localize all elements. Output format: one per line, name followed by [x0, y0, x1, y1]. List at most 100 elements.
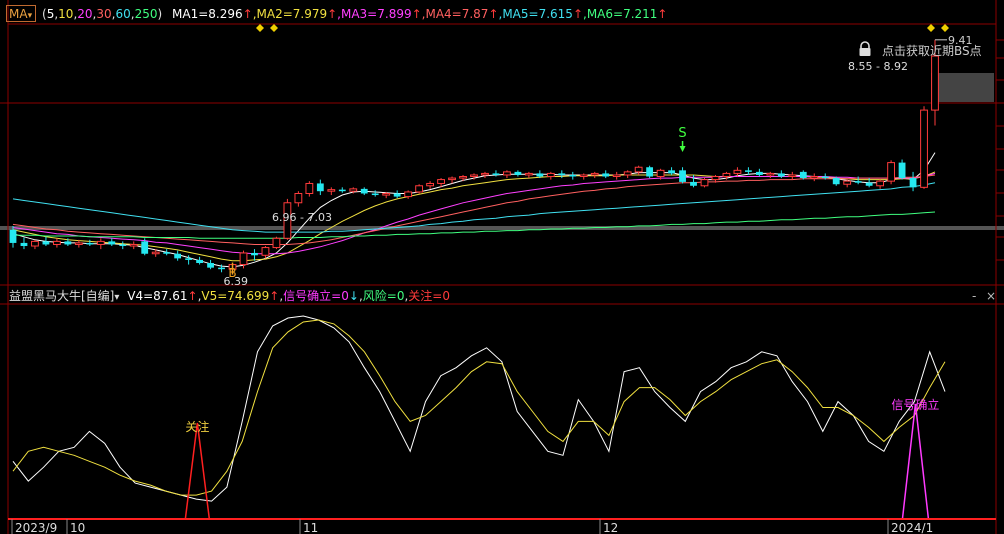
chevron-down-icon[interactable]: ▾ [114, 292, 119, 303]
candle-body [437, 179, 445, 184]
candle-body [536, 173, 544, 177]
x-axis-label: 2023/9 [15, 521, 57, 534]
down-arrow-icon: ↓ [348, 289, 359, 303]
candle-body [733, 169, 742, 174]
chart-canvas[interactable]: 9.418.55 - 8.926.96 - 7.036.39BS关注信号确立20… [0, 0, 1004, 534]
candle-body [602, 173, 610, 177]
candle-body [634, 166, 643, 173]
candle-body [931, 55, 939, 111]
candle-body [612, 174, 621, 178]
ma-value-1: MA1=8.296 [172, 7, 243, 21]
ma-value-5: ,MA5=7.615 [498, 7, 573, 21]
ma-line-ma3 [12, 172, 936, 255]
candle-body [668, 170, 675, 174]
params-close: ) [157, 7, 163, 21]
candle-body [569, 174, 577, 177]
candle-body [909, 178, 917, 188]
diamond-marker [927, 24, 935, 32]
candle-body [74, 242, 83, 245]
candle-body [887, 162, 895, 182]
signal-value: 信号确立=0 [283, 289, 349, 303]
series-line-v4 [12, 315, 946, 502]
ma-line-ma2 [12, 171, 936, 262]
candle-body [876, 180, 885, 187]
candle-body [9, 229, 17, 243]
candle-body [920, 109, 928, 188]
candle-body [777, 173, 785, 177]
ma-values: MA1=8.296↑,MA2=7.979↑,MA3=7.899↑,MA4=7.8… [166, 7, 667, 21]
candle-body [810, 176, 819, 179]
ma-param: 5 [46, 7, 55, 21]
focus-value: 关注=0 [408, 289, 450, 303]
candle-body [86, 242, 94, 245]
candle-body [459, 176, 467, 179]
candle-body [448, 177, 456, 181]
lock-icon[interactable] [858, 41, 872, 60]
candle-body [832, 178, 840, 185]
x-axis-label: 12 [603, 521, 618, 534]
x-axis-label: 11 [303, 521, 318, 534]
candle-body [371, 193, 379, 196]
candle-body [31, 240, 39, 247]
candle-body [272, 237, 281, 249]
candle-body [766, 172, 775, 176]
ma-value-4: ,MA4=7.87 [421, 7, 489, 21]
close-button[interactable]: × [986, 289, 996, 303]
candle-body [185, 258, 193, 260]
ma-param: 20 [77, 7, 93, 21]
candle-body [316, 183, 324, 192]
up-arrow-icon: ↑ [572, 7, 583, 21]
up-arrow-icon: ↑ [488, 7, 499, 21]
candle-body [415, 185, 424, 193]
candle-body [481, 172, 489, 176]
diamond-marker [256, 24, 264, 32]
candle-body [821, 176, 829, 179]
candle-body [623, 171, 632, 176]
candle-body [218, 267, 225, 270]
ma-indicator-button[interactable]: MA▾ [6, 5, 36, 22]
diamond-marker [270, 24, 278, 32]
indicator-name[interactable]: 益盟黑马大牛[自编] [9, 289, 114, 303]
up-arrow-icon: ↑ [411, 7, 422, 21]
candle-body [151, 251, 160, 255]
ma-legend: (5,10,20,30,60,250) MA1=8.296↑,MA2=7.979… [42, 7, 668, 21]
candle-body [799, 171, 807, 179]
candle-body [163, 252, 171, 254]
minimize-button[interactable]: - [972, 289, 976, 303]
diamond-marker [941, 24, 949, 32]
candle-body [305, 182, 314, 195]
candle-body [470, 174, 478, 178]
candle-body [722, 172, 731, 178]
signal-marker-label: 信号确立 [891, 397, 939, 412]
x-axis-label: 10 [70, 521, 85, 534]
candle-body [119, 244, 127, 247]
candle-body [426, 182, 434, 187]
candle-body [251, 252, 258, 256]
candle-body [865, 182, 873, 186]
candle-body [656, 169, 665, 178]
candle-body [854, 181, 862, 183]
candle-body [294, 193, 303, 204]
candle-body [349, 188, 358, 192]
v5-value: V5=74.699 [201, 289, 270, 303]
recent-range-label: 8.55 - 8.92 [848, 60, 908, 73]
series-line-v5 [12, 319, 946, 496]
bs-points-link[interactable]: 点击获取近期BS点 [882, 42, 982, 59]
candle-body [64, 241, 72, 245]
risk-value: 风险=0 [362, 289, 405, 303]
v4-value: V4=87.61 [127, 289, 188, 303]
candle-body [590, 172, 599, 176]
candle-body [711, 176, 720, 181]
stock-chart-window: 9.418.55 - 8.926.96 - 7.036.39BS关注信号确立20… [0, 0, 1004, 534]
candle-body [514, 171, 522, 175]
candle-body [239, 252, 248, 266]
candle-body [196, 259, 203, 264]
ma-button-label: MA [9, 7, 28, 21]
candle-body [700, 179, 709, 187]
candle-body [129, 243, 138, 247]
candle-body [42, 241, 50, 245]
candle-body [174, 253, 182, 259]
up-arrow-icon: ↑ [327, 7, 338, 21]
mid-range-label: 6.96 - 7.03 [272, 211, 332, 224]
candle-body [690, 181, 697, 186]
